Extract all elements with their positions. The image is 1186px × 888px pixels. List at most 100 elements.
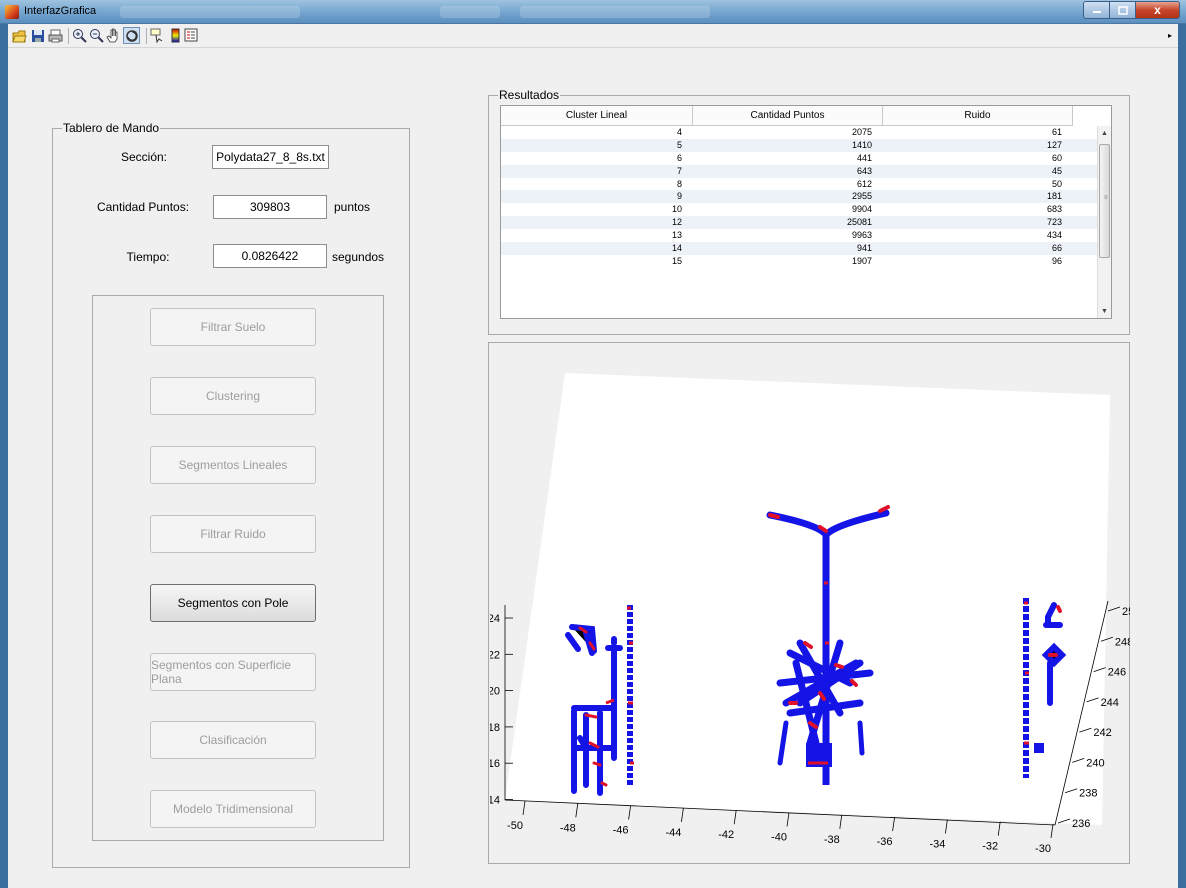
x-tick-label: -42 — [718, 829, 734, 841]
table-cell[interactable]: 127 — [883, 139, 1073, 152]
table-row[interactable]: 5 1410 127 — [501, 138, 1099, 152]
zoom-in-icon[interactable] — [72, 28, 87, 43]
table-cell[interactable]: 434 — [883, 229, 1073, 242]
table-row[interactable]: 8 612 50 — [501, 178, 1099, 191]
y-tick-label: 248 — [1115, 636, 1130, 648]
table-cell[interactable]: 45 — [883, 165, 1073, 178]
column-header[interactable]: Cantidad Puntos — [693, 106, 883, 125]
table-cell[interactable]: 2075 — [693, 126, 883, 139]
cantidad-puntos-label: Cantidad Puntos: — [96, 200, 190, 214]
table-cell[interactable]: 723 — [883, 216, 1073, 229]
zoom-out-icon[interactable] — [89, 28, 104, 43]
table-cell[interactable]: 4 — [501, 126, 693, 139]
clasificacion-button[interactable]: Clasificación — [150, 721, 316, 759]
table-cell[interactable]: 683 — [883, 203, 1073, 216]
minimize-button[interactable] — [1083, 1, 1110, 19]
toolbar-overflow-icon[interactable]: ▸ — [1168, 31, 1172, 40]
table-cell[interactable]: 181 — [883, 190, 1073, 203]
blurred-title-area — [120, 6, 300, 18]
table-scrollbar[interactable]: ▲ ≡ ▼ — [1097, 126, 1111, 318]
table-cell[interactable]: 441 — [693, 152, 883, 165]
table-header: Cluster Lineal Cantidad Puntos Ruido — [501, 106, 1073, 126]
tiempo-unit: segundos — [332, 250, 385, 264]
maximize-button[interactable] — [1110, 1, 1136, 19]
table-cell[interactable]: 15 — [501, 255, 693, 268]
table-cell[interactable]: 50 — [883, 178, 1073, 191]
x-tick-label: -46 — [613, 825, 629, 837]
z-tick-label: 1022 — [490, 649, 500, 661]
table-row[interactable]: 7 643 45 — [501, 164, 1099, 178]
table-cell[interactable]: 9 — [501, 190, 693, 203]
table-cell[interactable]: 61 — [883, 126, 1073, 139]
scroll-down-icon[interactable]: ▼ — [1098, 304, 1111, 318]
table-cell[interactable]: 1907 — [693, 255, 883, 268]
table-cell[interactable]: 612 — [693, 178, 883, 191]
table-cell[interactable]: 2955 — [693, 190, 883, 203]
print-icon[interactable] — [48, 28, 63, 43]
table-cell[interactable]: 96 — [883, 255, 1073, 268]
scroll-thumb[interactable]: ≡ — [1099, 144, 1110, 258]
title-bar[interactable]: InterfazGrafica x — [0, 0, 1186, 24]
results-table[interactable]: Cluster Lineal Cantidad Puntos Ruido 4 20… — [500, 105, 1112, 319]
table-cell[interactable]: 8 — [501, 178, 693, 191]
modelo-tridimensional-button[interactable]: Modelo Tridimensional — [150, 790, 316, 828]
point-cloud-plot[interactable]: 1024 1022 1020 1018 1016 1014 -50 -48 -46 -44 -42… — [490, 343, 1130, 863]
cantidad-puntos-unit: puntos — [334, 200, 371, 214]
x-tick-label: -30 — [1035, 843, 1051, 855]
table-cell[interactable]: 6 — [501, 152, 693, 165]
table-cell[interactable]: 9904 — [693, 203, 883, 216]
scroll-up-icon[interactable]: ▲ — [1098, 126, 1111, 140]
table-cell[interactable]: 10 — [501, 203, 693, 216]
clustering-button[interactable]: Clustering — [150, 377, 316, 415]
segmentos-lineales-button[interactable]: Segmentos Lineales — [150, 446, 316, 484]
table-cell[interactable]: 9963 — [693, 229, 883, 242]
colorbar-icon[interactable] — [168, 28, 183, 43]
legend-icon[interactable] — [184, 28, 199, 43]
table-cell[interactable]: 12 — [501, 216, 693, 229]
seccion-field[interactable]: Polydata27_8_8s.txt — [212, 145, 329, 169]
column-header[interactable]: Cluster Lineal — [501, 106, 693, 125]
segmentos-con-pole-button[interactable]: Segmentos con Pole — [150, 584, 316, 622]
table-row[interactable]: 14 941 66 — [501, 242, 1099, 255]
table-cell[interactable]: 60 — [883, 152, 1073, 165]
toolbar-separator — [68, 28, 69, 44]
blurred-title-area — [520, 6, 710, 18]
table-row[interactable]: 10 9904 683 — [501, 203, 1099, 216]
table-cell[interactable]: 7 — [501, 165, 693, 178]
table-row[interactable]: 9 2955 181 — [501, 190, 1099, 204]
table-row[interactable]: 12 25081 723 — [501, 216, 1099, 230]
table-cell[interactable]: 25081 — [693, 216, 883, 229]
table-row[interactable]: 15 1907 96 — [501, 255, 1099, 268]
y-tick-label: 244 — [1101, 697, 1119, 709]
table-cell[interactable]: 13 — [501, 229, 693, 242]
close-icon: x — [1154, 3, 1161, 17]
filtrar-suelo-button[interactable]: Filtrar Suelo — [150, 308, 316, 346]
table-row[interactable]: 6 441 60 — [501, 152, 1099, 165]
column-header[interactable]: Ruido — [883, 106, 1073, 125]
blurred-title-area — [440, 6, 500, 18]
open-file-icon[interactable] — [12, 28, 27, 43]
pan-hand-icon[interactable] — [106, 28, 121, 43]
rotate-3d-icon[interactable] — [123, 27, 140, 44]
table-cell[interactable]: 66 — [883, 242, 1073, 255]
segmentos-superficie-plana-button[interactable]: Segmentos con Superficie Plana — [150, 653, 316, 691]
table-row[interactable]: 13 9963 434 — [501, 229, 1099, 242]
y-tick-label: 240 — [1086, 757, 1104, 769]
cantidad-puntos-field[interactable]: 309803 — [213, 195, 327, 219]
tiempo-field[interactable]: 0.0826422 — [213, 244, 327, 268]
table-cell[interactable]: 643 — [693, 165, 883, 178]
save-icon[interactable] — [30, 28, 45, 43]
data-cursor-icon[interactable] — [150, 28, 165, 43]
table-cell[interactable]: 14 — [501, 242, 693, 255]
close-button[interactable]: x — [1136, 1, 1180, 19]
z-tick-label: 1016 — [490, 758, 500, 770]
x-tick-label: -38 — [824, 834, 840, 846]
table-row[interactable]: 4 2075 61 — [501, 126, 1099, 139]
y-tick-label: 250 — [1122, 606, 1130, 618]
grip-icon: ≡ — [1104, 195, 1108, 201]
filtrar-ruido-button[interactable]: Filtrar Ruido — [150, 515, 316, 553]
table-cell[interactable]: 5 — [501, 139, 693, 152]
control-panel-title: Tablero de Mando — [62, 121, 161, 135]
table-cell[interactable]: 941 — [693, 242, 883, 255]
table-cell[interactable]: 1410 — [693, 139, 883, 152]
